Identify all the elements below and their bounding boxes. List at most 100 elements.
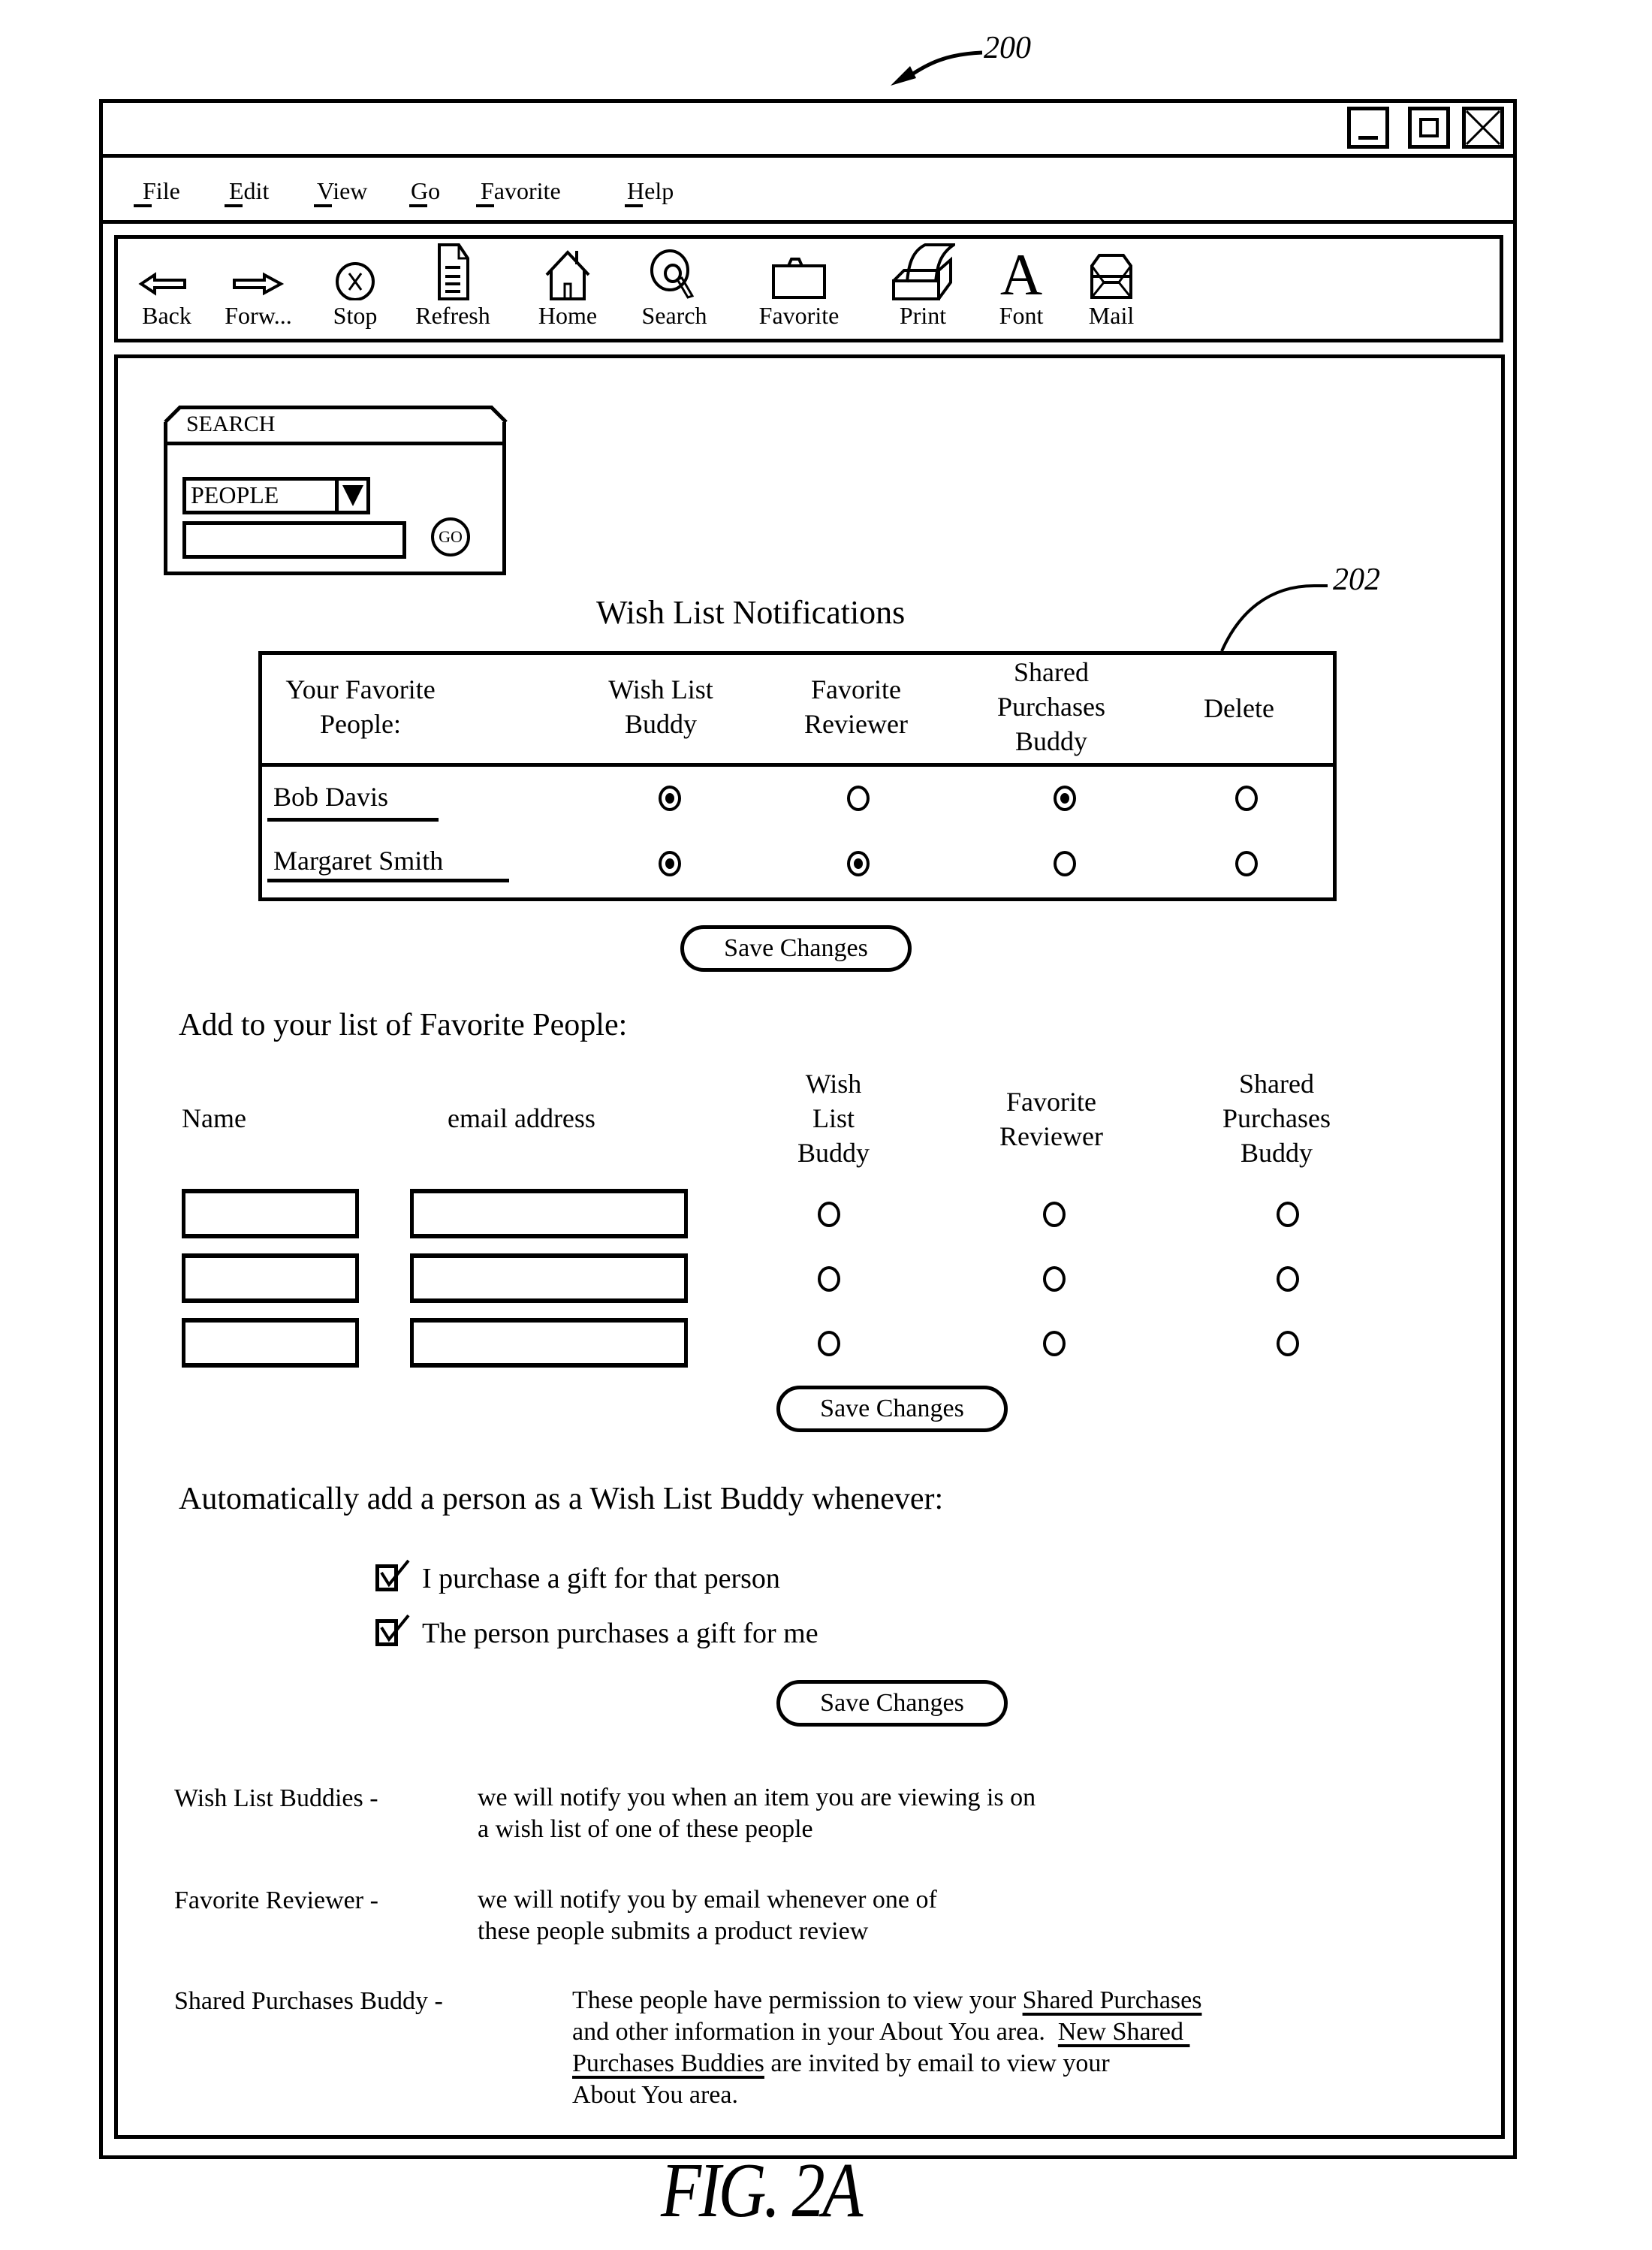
mnemonic-underline (134, 204, 152, 207)
person-link-bob-davis[interactable]: Bob Davis (273, 781, 388, 813)
radio-new-shared-purchases-buddy[interactable] (1277, 1202, 1299, 1227)
menu-edit[interactable]: Edit (229, 177, 269, 205)
header-line: Wish (805, 1069, 862, 1099)
toolbar-font-label: Font (999, 302, 1044, 329)
menu-view[interactable]: View (317, 177, 367, 205)
new-person-name-input[interactable] (182, 1189, 359, 1238)
radio-bob-shared-purchases-buddy[interactable] (1054, 786, 1076, 811)
column-header-delete: Delete (1171, 691, 1307, 725)
auto-add-title: Automatically add a person as a Wish Lis… (179, 1482, 944, 1516)
header-line: Favorite (1006, 1087, 1096, 1117)
person-link-margaret-smith[interactable]: Margaret Smith (273, 845, 443, 876)
toolbar-back-label: Back (142, 302, 191, 329)
minimize-icon (1358, 136, 1378, 140)
new-shared-purchases-buddies-link[interactable]: New Shared (1058, 2018, 1190, 2046)
radio-bob-delete[interactable] (1235, 786, 1258, 811)
radio-margaret-favorite-reviewer[interactable] (847, 851, 870, 876)
search-input[interactable] (182, 521, 406, 559)
column-header-name: Name (182, 1103, 246, 1133)
definition-line: a wish list of one of these people (478, 1815, 813, 1843)
menu-file[interactable]: File (143, 177, 180, 205)
select-separator (335, 478, 339, 513)
radio-margaret-delete[interactable] (1235, 851, 1258, 876)
definition-line: these people submits a product review (478, 1917, 869, 1945)
mnemonic-underline (314, 204, 332, 207)
definition-text: These people have permission to view you… (572, 1986, 1023, 2014)
new-person-name-input[interactable] (182, 1253, 359, 1303)
new-person-email-input[interactable] (410, 1253, 688, 1303)
definition-text: About You area. (572, 2081, 738, 2109)
toolbar-mail-button[interactable]: Mail (1081, 240, 1141, 330)
header-line: List (812, 1103, 855, 1133)
column-header-favorite-people: Your Favorite People: (270, 672, 451, 741)
toolbar-back-button[interactable]: Back (137, 240, 197, 330)
new-person-name-input[interactable] (182, 1318, 359, 1368)
definition-line: and other information in your About You … (572, 2016, 1201, 2048)
definition-shared-purchases-buddy: These people have permission to view you… (572, 1985, 1201, 2111)
column-header-favorite-reviewer: Favorite Reviewer (781, 672, 931, 741)
magnifier-icon (650, 249, 695, 299)
checkbox-label: The person purchases a gift for me (422, 1618, 818, 1649)
font-icon: A (1000, 242, 1042, 300)
new-person-email-input[interactable] (410, 1318, 688, 1368)
close-icon (1466, 110, 1500, 145)
reference-leader-202 (1220, 584, 1328, 652)
mnemonic-underline (225, 204, 243, 207)
new-person-email-input[interactable] (410, 1189, 688, 1238)
search-category-value: PEOPLE (191, 481, 279, 508)
menu-go[interactable]: Go (411, 177, 440, 205)
column-header-wish-list-buddy: Wish List Buddy (586, 672, 736, 741)
save-auto-add-button[interactable]: Save Changes (776, 1680, 1008, 1727)
toolbar-home-button[interactable]: Home (534, 240, 601, 330)
toolbar-favorite-button[interactable]: Favorite (752, 240, 846, 330)
radio-new-shared-purchases-buddy[interactable] (1277, 1331, 1299, 1356)
toolbar-home-label: Home (538, 302, 598, 329)
minimize-button[interactable] (1347, 107, 1389, 149)
toolbar-print-button[interactable]: Print (891, 240, 955, 330)
titlebar-divider (99, 154, 1517, 158)
new-shared-purchases-buddies-link[interactable]: Purchases Buddies (572, 2049, 764, 2077)
header-line: Reviewer (999, 1121, 1103, 1151)
document-icon (438, 243, 469, 300)
toolbar-stop-button[interactable]: Stop (325, 240, 385, 330)
menu-favorite[interactable]: Favorite (481, 177, 561, 205)
definition-line: About You area. (572, 2080, 1201, 2111)
toolbar-font-button[interactable]: A Font (991, 240, 1051, 330)
save-notifications-button[interactable]: Save Changes (680, 925, 912, 972)
radio-margaret-wish-list-buddy[interactable] (659, 851, 681, 876)
column-header-shared-purchases-buddy: Shared Purchases Buddy (1201, 1066, 1352, 1170)
header-line: Buddy (624, 709, 697, 739)
radio-new-favorite-reviewer[interactable] (1043, 1331, 1066, 1356)
mnemonic-underline (625, 204, 643, 207)
printer-icon (892, 243, 955, 300)
menu-edit-label: Edit (229, 177, 270, 204)
radio-new-shared-purchases-buddy[interactable] (1277, 1266, 1299, 1292)
column-header-shared-purchases-buddy: Shared Purchases Buddy (969, 655, 1134, 759)
toolbar-refresh-button[interactable]: Refresh (411, 240, 494, 330)
reference-numeral-200: 200 (984, 31, 1031, 65)
shared-purchases-link[interactable]: Shared Purchases (1023, 1986, 1202, 2014)
save-new-people-button[interactable]: Save Changes (776, 1386, 1008, 1432)
menu-help[interactable]: Help (627, 177, 674, 205)
radio-new-favorite-reviewer[interactable] (1043, 1266, 1066, 1292)
close-button[interactable] (1462, 107, 1504, 149)
radio-new-wish-list-buddy[interactable] (818, 1331, 840, 1356)
radio-margaret-shared-purchases-buddy[interactable] (1054, 851, 1076, 876)
radio-bob-wish-list-buddy[interactable] (659, 786, 681, 811)
toolbar-forward-button[interactable]: Forw... (221, 240, 296, 330)
toolbar-search-button[interactable]: Search (637, 240, 712, 330)
go-button[interactable]: GO (431, 517, 470, 556)
maximize-button[interactable] (1408, 107, 1450, 149)
envelope-icon (1090, 254, 1132, 299)
radio-bob-favorite-reviewer[interactable] (847, 786, 870, 811)
definition-term-favorite-reviewer: Favorite Reviewer - (174, 1887, 378, 1914)
definition-text: and other information in your About You … (572, 2018, 1058, 2046)
radio-new-favorite-reviewer[interactable] (1043, 1202, 1066, 1227)
header-line: Buddy (797, 1138, 870, 1168)
radio-new-wish-list-buddy[interactable] (818, 1202, 840, 1227)
radio-new-wish-list-buddy[interactable] (818, 1266, 840, 1292)
dropdown-arrow-icon[interactable] (339, 482, 366, 509)
notifications-title: Wish List Notifications (596, 594, 906, 631)
header-line: Reviewer (804, 709, 908, 739)
column-header-favorite-reviewer: Favorite Reviewer (984, 1084, 1119, 1154)
